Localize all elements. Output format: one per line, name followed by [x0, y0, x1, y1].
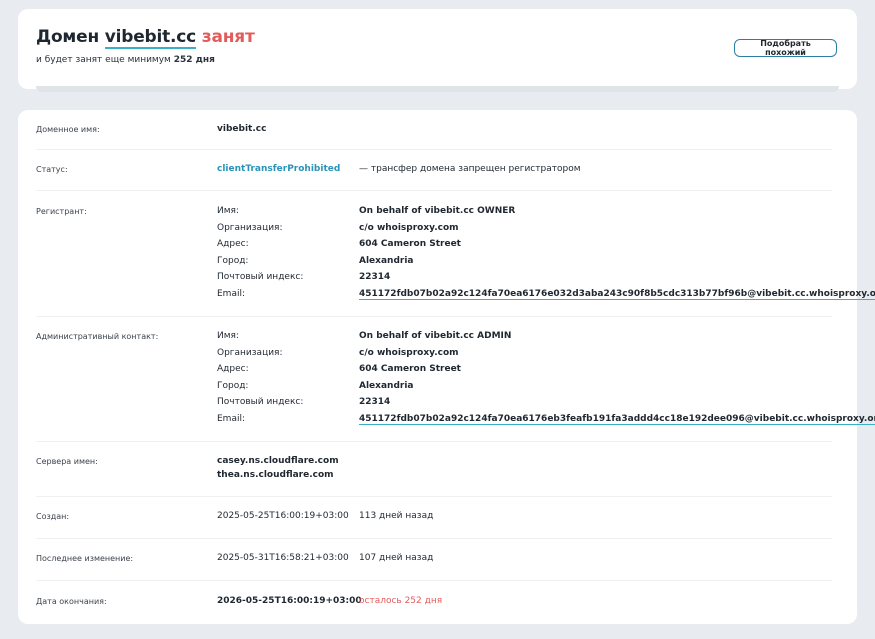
subtitle-prefix: и будет занят еще минимум: [36, 55, 171, 65]
divider: [36, 580, 832, 581]
updated-value: 2025-05-31T16:58:21+03:00: [217, 553, 349, 563]
expires-left: осталось 252 дня: [359, 596, 443, 606]
find-similar-button[interactable]: Подобрать похожий: [734, 39, 837, 57]
admin-org-value: c/o whoisproxy.com: [359, 348, 459, 358]
registrant-address-value: 604 Cameron Street: [359, 239, 461, 249]
title-prefix: Домен: [36, 27, 99, 47]
divider: [36, 149, 832, 150]
admin-city-key: Город:: [217, 381, 249, 391]
registrant-city-value: Alexandria: [359, 256, 414, 266]
divider: [36, 316, 832, 317]
admin-name-value: On behalf of vibebit.cc ADMIN: [359, 331, 512, 341]
page-title: Домен vibebit.cc занят: [36, 27, 255, 49]
registrant-name-value: On behalf of vibebit.cc OWNER: [359, 206, 516, 216]
registrant-name-key: Имя:: [217, 206, 239, 216]
admin-label: Административный контакт:: [36, 332, 159, 341]
whois-details-card: Доменное имя: vibebit.cc Статус: clientT…: [18, 110, 875, 624]
admin-address-value: 604 Cameron Street: [359, 364, 461, 374]
nameserver-item: casey.ns.cloudflare.com: [217, 456, 339, 466]
registrant-org-key: Организация:: [217, 223, 283, 233]
created-value: 2025-05-25T16:00:19+03:00: [217, 511, 349, 521]
status-label: Статус:: [36, 165, 68, 174]
divider: [36, 496, 832, 497]
divider: [36, 190, 832, 191]
registrant-email-key: Email:: [217, 289, 246, 299]
card-underlay: [36, 86, 839, 92]
expires-label: Дата окончания:: [36, 597, 107, 606]
nameservers-label: Сервера имен:: [36, 457, 98, 466]
divider: [36, 441, 832, 442]
subtitle-days: 252 дня: [173, 55, 215, 65]
domain-status-card: Домен vibebit.cc занят и будет занят еще…: [18, 9, 857, 89]
domain-name: vibebit.cc: [104, 27, 197, 49]
admin-org-key: Организация:: [217, 348, 283, 358]
registrant-zip-key: Почтовый индекс:: [217, 272, 304, 282]
subtitle: и будет занят еще минимум 252 дня: [36, 55, 215, 65]
domain-value: vibebit.cc: [217, 124, 267, 134]
registrant-city-key: Город:: [217, 256, 249, 266]
updated-ago: 107 дней назад: [359, 553, 434, 563]
registrant-org-value: c/o whoisproxy.com: [359, 223, 459, 233]
admin-name-key: Имя:: [217, 331, 239, 341]
created-label: Создан:: [36, 512, 70, 521]
registrant-label: Регистрант:: [36, 207, 87, 216]
nameserver-item: thea.ns.cloudflare.com: [217, 470, 334, 480]
registrant-email-link[interactable]: 451172fdb07b02a92c124fa70ea6176e032d3aba…: [359, 289, 875, 300]
registrant-zip-value: 22314: [359, 272, 391, 282]
domain-label: Доменное имя:: [36, 125, 100, 134]
divider: [36, 538, 832, 539]
status-link[interactable]: clientTransferProhibited: [217, 164, 340, 174]
status-note: — трансфер домена запрещен регистратором: [359, 164, 581, 174]
admin-zip-value: 22314: [359, 397, 391, 407]
registrant-address-key: Адрес:: [217, 239, 249, 249]
admin-zip-key: Почтовый индекс:: [217, 397, 304, 407]
status-word: занят: [201, 27, 255, 47]
admin-email-key: Email:: [217, 414, 246, 424]
expires-value: 2026-05-25T16:00:19+03:00: [217, 596, 362, 606]
admin-email-link[interactable]: 451172fdb07b02a92c124fa70ea6176eb3feafb1…: [359, 414, 875, 425]
created-ago: 113 дней назад: [359, 511, 434, 521]
updated-label: Последнее изменение:: [36, 554, 134, 563]
admin-address-key: Адрес:: [217, 364, 249, 374]
admin-city-value: Alexandria: [359, 381, 414, 391]
